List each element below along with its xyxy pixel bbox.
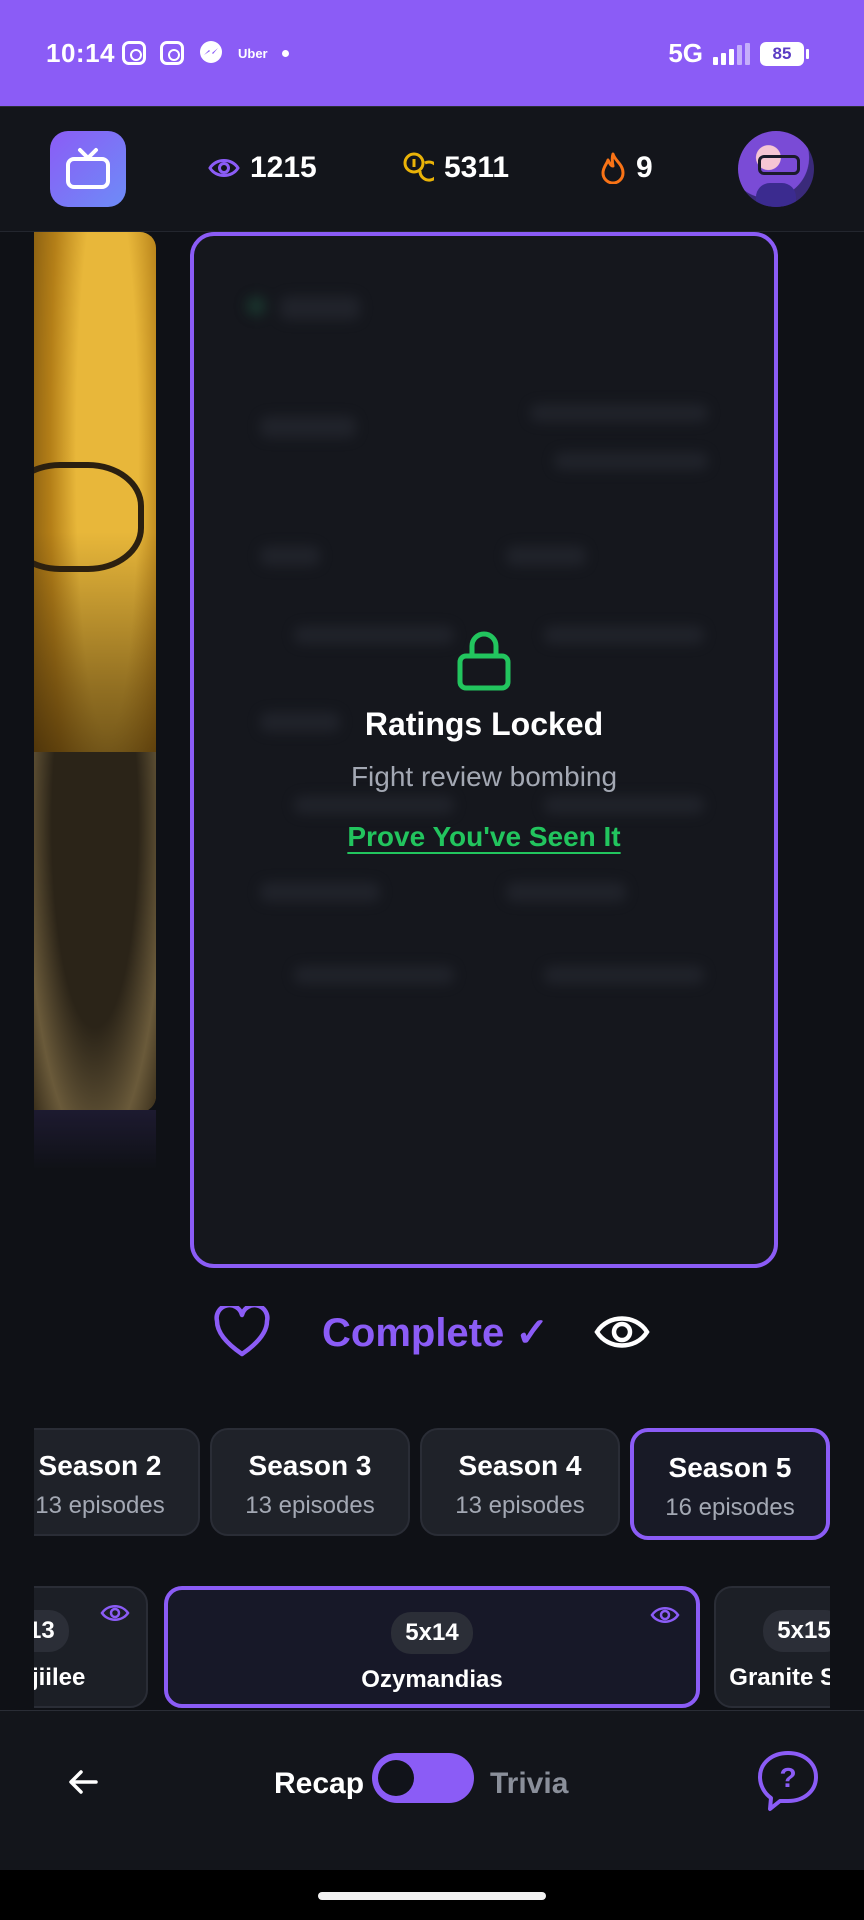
instagram-icon-2 bbox=[160, 41, 184, 65]
season-name: Season 4 bbox=[458, 1450, 582, 1481]
watched-eye-icon[interactable] bbox=[594, 1310, 650, 1354]
prove-seen-link[interactable]: Prove You've Seen It bbox=[347, 821, 620, 852]
eye-icon bbox=[208, 159, 240, 177]
recap-trivia-toggle[interactable] bbox=[372, 1753, 474, 1803]
streak-stat[interactable]: 9 bbox=[600, 151, 653, 185]
watched-eye-icon bbox=[100, 1605, 130, 1621]
coins-stat[interactable]: 5311 bbox=[402, 151, 509, 185]
system-indicators: 5G 85 bbox=[668, 38, 809, 69]
lock-icon bbox=[457, 631, 511, 691]
coins-icon bbox=[403, 152, 434, 182]
tv-icon bbox=[66, 148, 110, 189]
episode-title: To'hajiilee bbox=[34, 1664, 86, 1691]
app-header: 1215 5311 9 bbox=[0, 106, 864, 232]
help-chat-icon[interactable]: ? bbox=[756, 1749, 820, 1813]
episode-code: 5x14 bbox=[391, 1612, 473, 1654]
recap-label[interactable]: Recap bbox=[274, 1767, 364, 1801]
season-name: Season 2 bbox=[38, 1450, 162, 1481]
complete-status[interactable]: Complete ✓ bbox=[322, 1310, 549, 1356]
help-glyph: ? bbox=[779, 1762, 796, 1793]
flame-icon bbox=[601, 152, 625, 184]
back-arrow-icon[interactable] bbox=[66, 1767, 100, 1797]
views-count: 1215 bbox=[250, 151, 317, 184]
coins-count: 5311 bbox=[444, 151, 510, 184]
season-card-4[interactable]: Season 4 13 episodes bbox=[420, 1428, 620, 1536]
watched-eye-icon bbox=[650, 1607, 680, 1623]
ratings-locked-subtitle: Fight review bombing bbox=[350, 761, 618, 792]
signal-icon bbox=[713, 42, 750, 65]
profile-avatar[interactable] bbox=[738, 131, 814, 207]
season-episodes: 13 episodes bbox=[35, 1492, 165, 1519]
notification-icons: Uber bbox=[122, 40, 289, 66]
streak-count: 9 bbox=[636, 151, 653, 184]
episode-code: 5x15 bbox=[763, 1610, 830, 1652]
battery-icon: 85 bbox=[760, 41, 809, 66]
instagram-icon bbox=[122, 41, 146, 65]
locked-overlay: Ratings Locked Fight review bombing Prov… bbox=[194, 626, 774, 853]
seasons-row: Season 2 13 episodes Season 3 13 episode… bbox=[34, 1428, 834, 1540]
season-card-2[interactable]: Season 2 13 episodes bbox=[34, 1428, 200, 1536]
episode-card-5x15[interactable]: 5x15 Granite State bbox=[714, 1586, 830, 1708]
episode-title: Ozymandias bbox=[361, 1666, 503, 1693]
system-nav-bar bbox=[0, 1870, 864, 1920]
episode-card-5x13[interactable]: 5x13 To'hajiilee bbox=[34, 1586, 148, 1708]
season-name: Season 3 bbox=[248, 1450, 372, 1481]
season-episodes: 16 episodes bbox=[665, 1494, 795, 1521]
battery-level: 85 bbox=[772, 43, 792, 63]
app-logo-button[interactable] bbox=[50, 131, 126, 207]
season-episodes: 13 episodes bbox=[455, 1492, 585, 1519]
actions-row: Complete ✓ bbox=[0, 1300, 864, 1370]
ratings-card[interactable]: Ratings Locked Fight review bombing Prov… bbox=[190, 232, 778, 1268]
ratings-locked-title: Ratings Locked bbox=[364, 706, 604, 742]
more-notifications-dot bbox=[281, 49, 289, 57]
season-card-5[interactable]: Season 5 16 episodes bbox=[630, 1428, 830, 1540]
episode-code: 5x13 bbox=[34, 1610, 69, 1652]
season-episodes: 13 episodes bbox=[245, 1492, 375, 1519]
toggle-knob bbox=[378, 1760, 414, 1796]
episode-title: Granite State bbox=[729, 1664, 830, 1691]
status-time: 10:14 bbox=[46, 38, 115, 68]
network-type: 5G bbox=[668, 38, 703, 68]
uber-icon: Uber bbox=[238, 45, 268, 61]
views-stat[interactable]: 1215 bbox=[208, 151, 317, 185]
app-screen: 10:14 Uber 5G 85 1215 5311 9 Ratings Loc… bbox=[0, 0, 864, 1920]
bottom-bar: Recap Trivia ? bbox=[0, 1710, 864, 1870]
episodes-row: 5x13 To'hajiilee 5x14 Ozymandias 5x15 Gr… bbox=[34, 1586, 830, 1710]
trivia-label[interactable]: Trivia bbox=[490, 1767, 568, 1801]
home-indicator[interactable] bbox=[318, 1892, 546, 1900]
show-poster[interactable] bbox=[34, 232, 156, 1112]
status-bar: 10:14 Uber 5G 85 bbox=[0, 0, 864, 106]
season-name: Season 5 bbox=[668, 1452, 792, 1483]
messenger-icon bbox=[200, 41, 222, 63]
episode-card-5x14[interactable]: 5x14 Ozymandias bbox=[164, 1586, 700, 1708]
season-card-3[interactable]: Season 3 13 episodes bbox=[210, 1428, 410, 1536]
heart-icon[interactable] bbox=[214, 1306, 270, 1358]
